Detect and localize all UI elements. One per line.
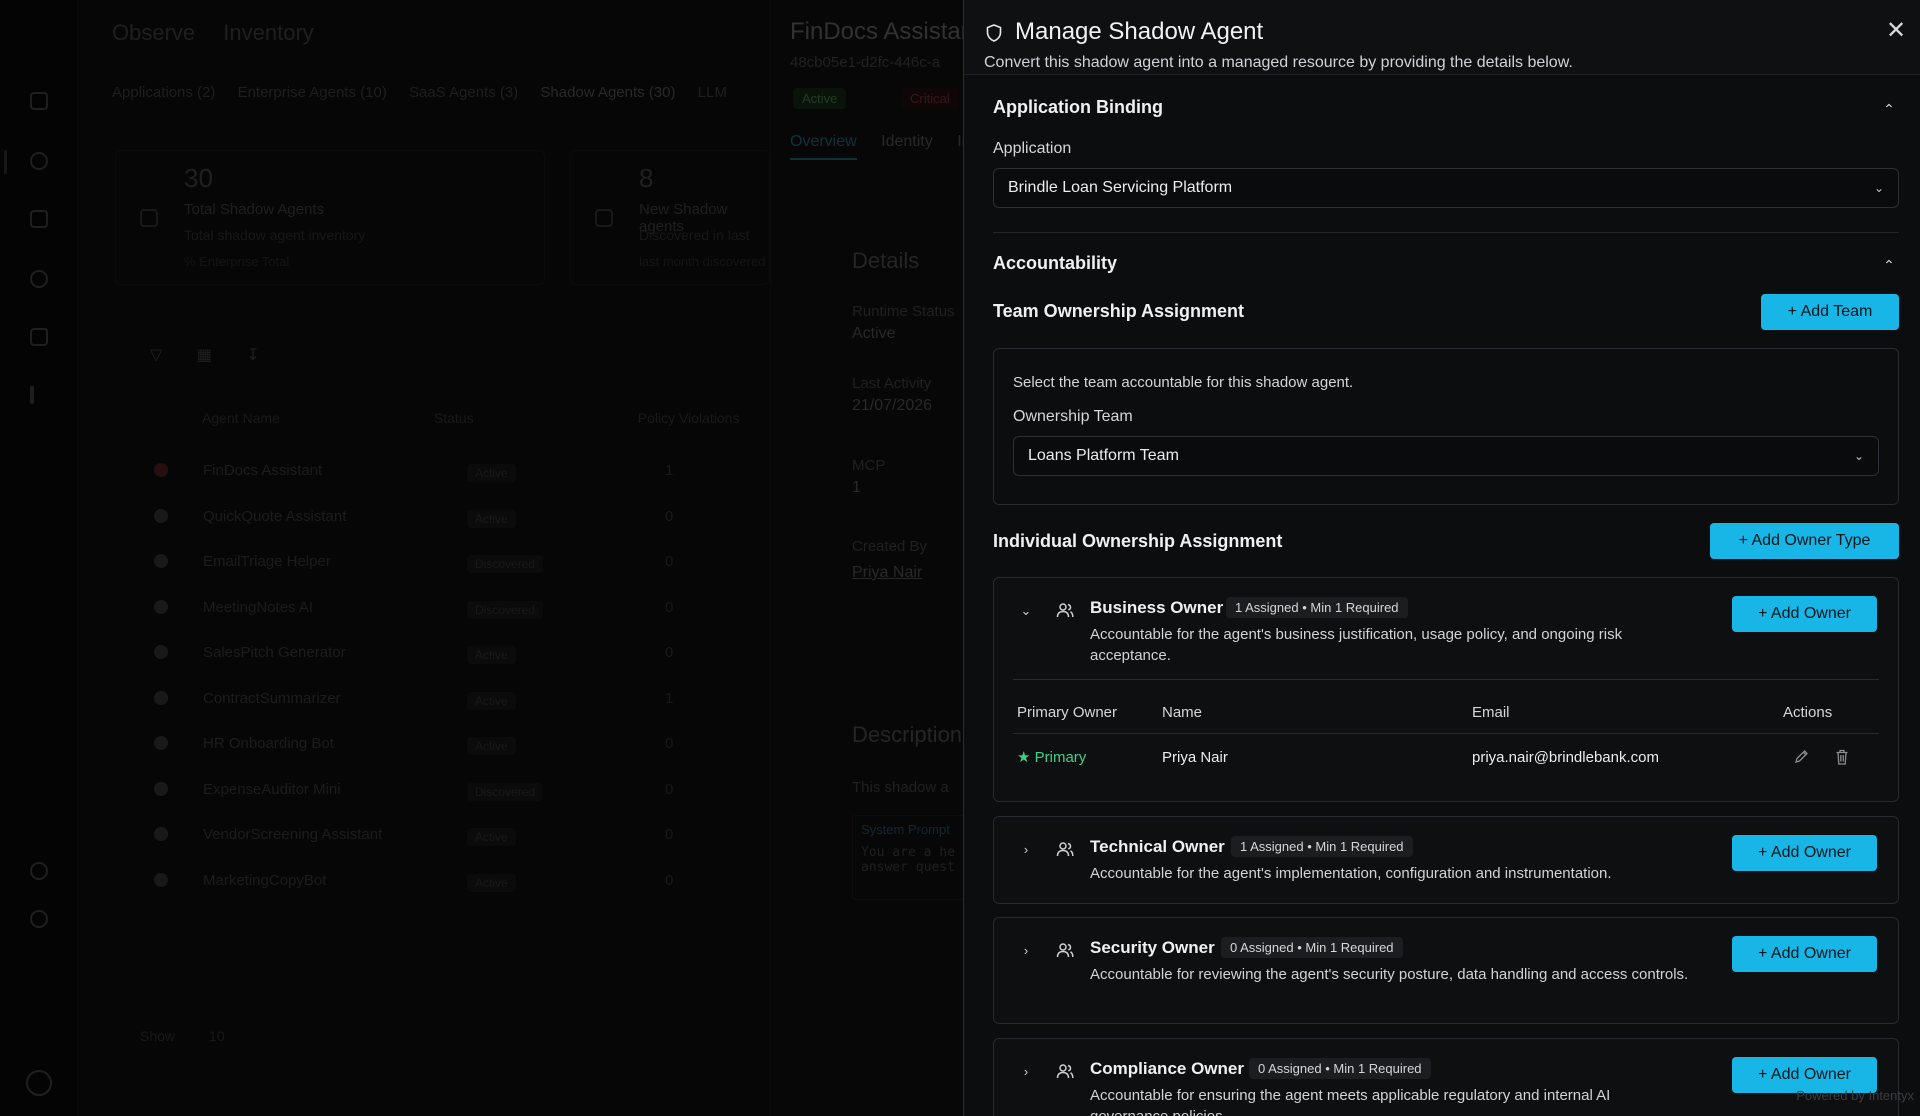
card-divider (1013, 679, 1879, 680)
application-selected-value: Brindle Loan Servicing Platform (1008, 179, 1233, 196)
primary-owner-cell: ★ Primary (1017, 748, 1086, 766)
ownership-team-label: Ownership Team (1013, 408, 1133, 425)
add-owner-type-button[interactable]: + Add Owner Type (1710, 523, 1899, 559)
accountability-title: Accountability (993, 253, 1118, 273)
collapse-application-binding-icon[interactable]: ⌃ (1882, 102, 1896, 116)
owner-type-description: Accountable for the agent's business jus… (1090, 626, 1623, 664)
chevron-down-icon[interactable]: ⌄ (1018, 603, 1034, 619)
chevron-right-icon[interactable]: › (1018, 1064, 1034, 1080)
col-primary-owner: Primary Owner (1017, 704, 1118, 721)
owner-email: priya.nair@brindlebank.com (1472, 749, 1659, 766)
section-divider (993, 232, 1899, 233)
owner-type-title: Business Owner (1090, 598, 1224, 617)
add-owner-button[interactable]: + Add Owner (1732, 936, 1877, 972)
individual-ownership-title: Individual Ownership Assignment (993, 531, 1283, 551)
chevron-right-icon[interactable]: › (1018, 943, 1034, 959)
application-label: Application (993, 140, 1072, 157)
chevron-right-icon[interactable]: › (1018, 842, 1034, 858)
application-select[interactable]: Brindle Loan Servicing Platform ⌄ (993, 168, 1899, 208)
primary-label: Primary (1034, 749, 1087, 766)
users-icon (1056, 603, 1074, 618)
chevron-down-icon: ⌄ (1873, 181, 1884, 195)
owner-card-security: › Security Owner 0 Assigned • Min 1 Requ… (993, 917, 1899, 1024)
assignment-count-badge: 1 Assigned • Min 1 Required (1226, 597, 1408, 618)
team-ownership-hint: Select the team accountable for this sha… (1013, 374, 1354, 391)
col-name: Name (1162, 704, 1203, 721)
owner-type-description: Accountable for the agent's implementati… (1090, 865, 1612, 882)
team-ownership-title: Team Ownership Assignment (993, 301, 1245, 321)
col-actions: Actions (1783, 704, 1833, 721)
app-root: Observe Inventory Applications (2) Enter… (0, 0, 1920, 1116)
users-icon (1056, 842, 1074, 857)
owner-card-business: ⌄ Business Owner 1 Assigned • Min 1 Requ… (993, 577, 1899, 802)
powered-by-label: Powered by Intentyx (1796, 1088, 1914, 1103)
users-icon (1056, 1064, 1074, 1079)
add-owner-button[interactable]: + Add Owner (1732, 596, 1877, 632)
assignment-count-badge: 1 Assigned • Min 1 Required (1231, 836, 1413, 857)
add-team-button[interactable]: + Add Team (1761, 294, 1899, 330)
ownership-team-selected-value: Loans Platform Team (1028, 447, 1179, 464)
owner-type-description: Accountable for reviewing the agent's se… (1090, 966, 1689, 983)
drawer-header: Manage Shadow Agent Convert this shadow … (964, 0, 1920, 75)
users-icon (1056, 943, 1074, 958)
ownership-team-select[interactable]: Loans Platform Team ⌄ (1013, 436, 1879, 476)
add-owner-button[interactable]: + Add Owner (1732, 835, 1877, 871)
assignment-count-badge: 0 Assigned • Min 1 Required (1249, 1058, 1431, 1079)
drawer-title: Manage Shadow Agent (1015, 18, 1264, 45)
edit-icon[interactable] (1793, 748, 1809, 766)
col-email: Email (1472, 704, 1510, 721)
owner-type-title: Compliance Owner (1090, 1059, 1244, 1078)
owner-card-technical: › Technical Owner 1 Assigned • Min 1 Req… (993, 816, 1899, 904)
owner-card-compliance: › Compliance Owner 0 Assigned • Min 1 Re… (993, 1038, 1899, 1116)
owner-type-title: Security Owner (1090, 938, 1215, 957)
close-icon[interactable]: ✕ (1883, 18, 1909, 44)
drawer-subtitle: Convert this shadow agent into a managed… (984, 54, 1573, 71)
team-ownership-box: Select the team accountable for this sha… (993, 348, 1899, 505)
manage-shadow-agent-drawer: Manage Shadow Agent Convert this shadow … (963, 0, 1920, 1116)
assignment-count-badge: 0 Assigned • Min 1 Required (1221, 937, 1403, 958)
table-header-rule (1013, 733, 1879, 734)
collapse-accountability-icon[interactable]: ⌃ (1882, 258, 1896, 272)
shield-icon (986, 24, 1002, 42)
owner-type-title: Technical Owner (1090, 837, 1225, 856)
owner-name: Priya Nair (1162, 749, 1228, 766)
application-binding-title: Application Binding (993, 97, 1163, 117)
chevron-down-icon: ⌄ (1853, 449, 1864, 463)
owner-type-description: Accountable for ensuring the agent meets… (1090, 1087, 1611, 1116)
star-icon: ★ (1017, 749, 1031, 766)
trash-icon[interactable] (1834, 748, 1850, 766)
